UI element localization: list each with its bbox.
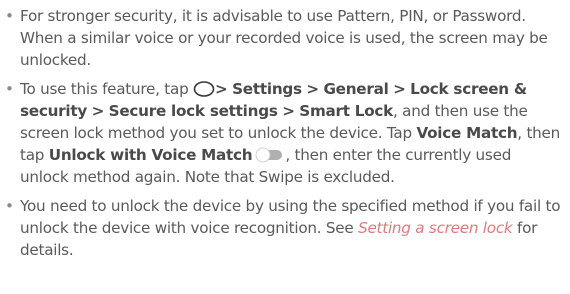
voice-match-label: Voice Match [416,124,518,142]
list-item: • You need to unlock the device by using… [0,195,562,261]
document-page: • For stronger security, it is advisable… [0,0,570,294]
toggle-off-icon [255,147,283,163]
general-label: General [323,80,389,98]
bullet-dot: • [5,7,14,25]
bullet-text-security: For stronger security, it is advisable t… [20,7,548,69]
bullet-list: • For stronger security, it is advisable… [0,5,570,261]
unlock-with-voice-match-label: Unlock with Voice Match [48,146,253,164]
path-separator: > [215,80,228,98]
home-button-icon [193,81,215,97]
list-item: • For stronger security, it is advisable… [0,5,562,71]
smart-lock-label: Smart Lock [299,102,394,120]
path-separator: > [306,80,319,98]
settings-label: Settings [232,80,302,98]
intro-text: To use this feature, tap [20,80,194,98]
screen-lock-link[interactable]: Setting a screen lock [358,219,513,237]
path-separator: > [393,80,406,98]
path-separator: > [91,102,105,120]
path-separator: > [282,102,295,120]
bullet-dot: • [5,197,14,215]
list-item: • To use this feature, tap > Settings > … [0,78,562,188]
bullet-dot: • [5,80,14,98]
secure-lock-settings-label: Secure lock settings [108,102,278,120]
